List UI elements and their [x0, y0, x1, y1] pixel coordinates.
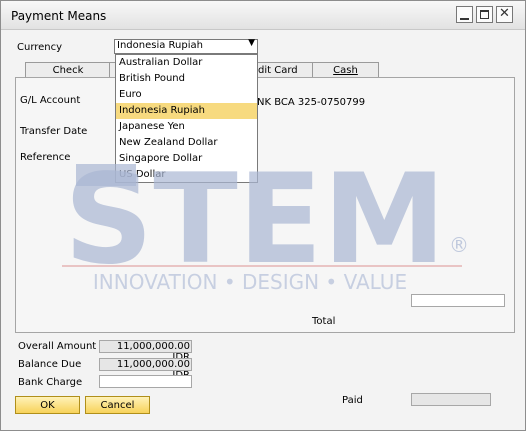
currency-option[interactable]: Euro: [116, 87, 257, 103]
currency-selected-value: Indonesia Rupiah: [117, 40, 203, 51]
balance-due-label: Balance Due: [18, 359, 82, 370]
currency-option[interactable]: New Zealand Dollar: [116, 135, 257, 151]
overall-amount-label: Overall Amount: [18, 341, 97, 352]
overall-amount-field: 11,000,000.00 IDR: [99, 340, 192, 363]
currency-option[interactable]: British Pound: [116, 71, 257, 87]
bank-charge-label: Bank Charge: [18, 377, 83, 388]
balance-due-field: 11,000,000.00 IDR: [99, 358, 192, 381]
tab-check[interactable]: Check: [25, 62, 111, 78]
close-button[interactable]: ✕: [496, 6, 513, 23]
tab-cash[interactable]: Cash: [312, 62, 379, 78]
currency-option-selected[interactable]: Indonesia Rupiah: [116, 103, 257, 119]
close-icon: ✕: [499, 6, 510, 21]
transfer-date-label: Transfer Date: [20, 126, 88, 137]
title-bar: Payment Means ✕: [1, 1, 525, 30]
payment-means-window: Payment Means ✕ Currency Indonesia Rupia…: [0, 0, 526, 431]
currency-option[interactable]: Japanese Yen: [116, 119, 257, 135]
tab-credit-card-label: dit Card: [258, 65, 298, 76]
tab-cash-label: Cash: [333, 65, 358, 76]
minimize-button[interactable]: [456, 6, 473, 23]
total-field[interactable]: [411, 294, 505, 307]
gl-account-label: G/L Account: [20, 95, 81, 106]
maximize-icon: [480, 10, 489, 19]
dropdown-arrow-icon[interactable]: ▼: [248, 38, 255, 48]
currency-label: Currency: [17, 42, 63, 53]
cancel-button[interactable]: Cancel: [85, 396, 150, 414]
window-title: Payment Means: [11, 9, 107, 23]
currency-dropdown[interactable]: Indonesia Rupiah ▼: [114, 38, 258, 54]
paid-field: [411, 393, 491, 406]
currency-option[interactable]: Australian Dollar: [116, 55, 257, 71]
ok-button-label: OK: [40, 400, 55, 411]
ok-button[interactable]: OK: [15, 396, 80, 414]
total-label: Total: [312, 316, 336, 327]
minimize-icon: [460, 18, 469, 20]
currency-option[interactable]: US Dollar: [116, 167, 257, 183]
paid-label: Paid: [342, 395, 363, 406]
currency-options-list[interactable]: Australian Dollar British Pound Euro Ind…: [115, 54, 258, 183]
tab-credit-card[interactable]: dit Card: [256, 62, 313, 78]
tab-check-label: Check: [52, 65, 84, 76]
reference-label: Reference: [20, 152, 71, 163]
bank-charge-field[interactable]: [99, 375, 192, 388]
maximize-button[interactable]: [476, 6, 493, 23]
currency-option[interactable]: Singapore Dollar: [116, 151, 257, 167]
gl-account-value: NK BCA 325-0750799: [257, 97, 366, 108]
cancel-button-label: Cancel: [100, 400, 135, 411]
